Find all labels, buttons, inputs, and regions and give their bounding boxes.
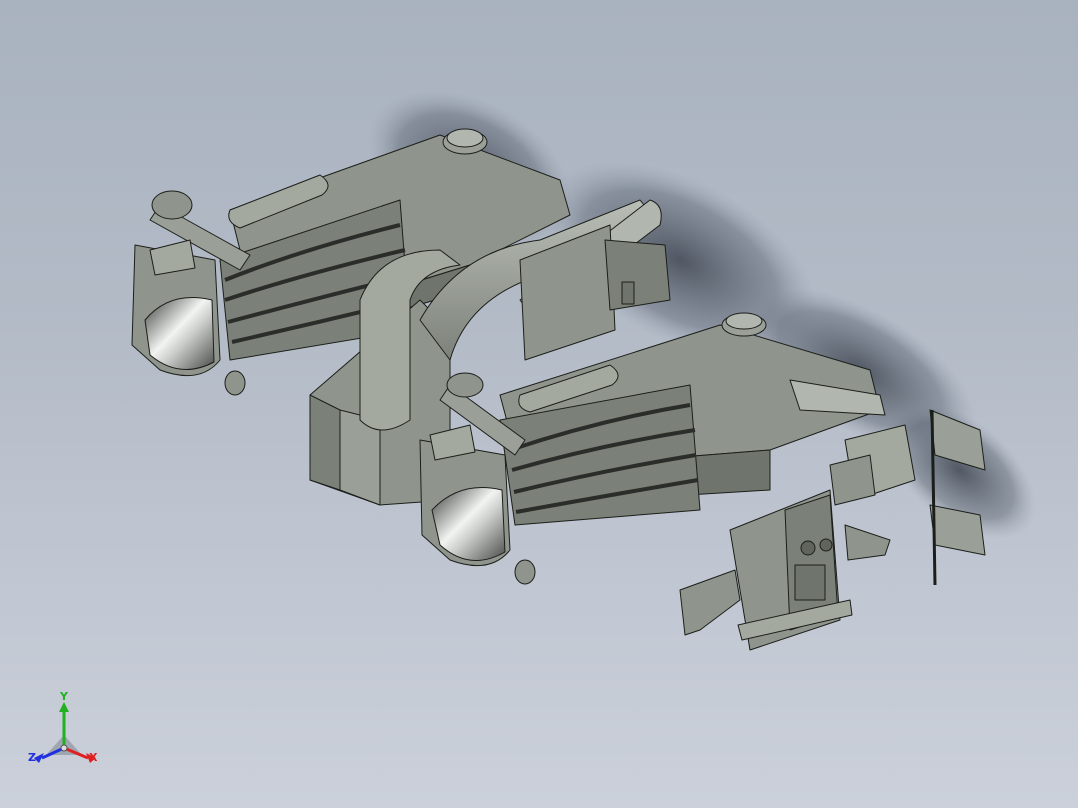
- axis-triad: Y Z X: [22, 690, 112, 780]
- y-axis-label: Y: [60, 690, 68, 703]
- triad-origin: [60, 744, 68, 752]
- x-axis-label: X: [89, 751, 98, 764]
- y-arrow-icon: [59, 702, 69, 712]
- cad-model-view[interactable]: [0, 0, 1078, 808]
- control-panel[interactable]: [679, 489, 853, 651]
- z-axis-label: Z: [28, 751, 36, 764]
- bogie-assembly[interactable]: [131, 128, 986, 651]
- axis-triad-graphic: [34, 702, 96, 763]
- graphics-viewport[interactable]: Y Z X: [0, 0, 1078, 808]
